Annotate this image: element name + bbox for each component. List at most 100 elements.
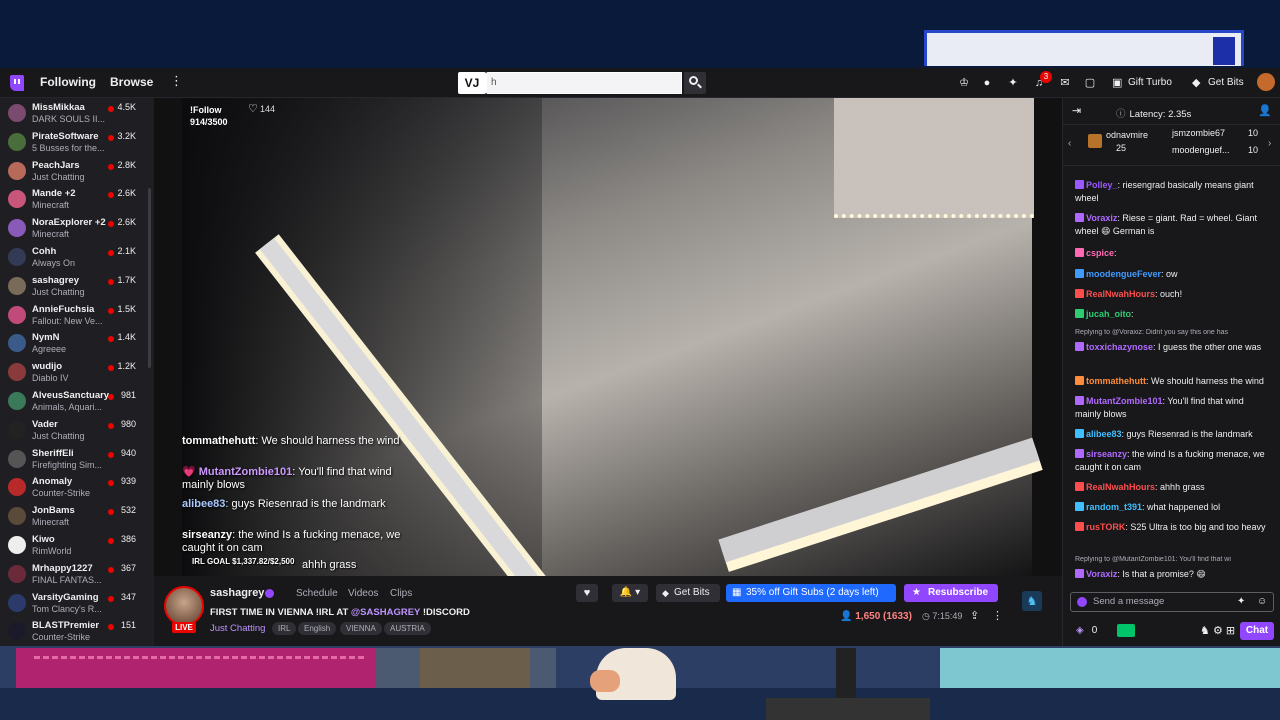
chat-username[interactable]: Polley_ xyxy=(1086,180,1118,190)
search-input[interactable]: h xyxy=(486,72,682,94)
stream-category[interactable]: Just Chatting xyxy=(210,623,265,634)
tag-english[interactable]: English xyxy=(298,622,337,635)
chevron-left-icon[interactable]: ‹ xyxy=(1068,138,1071,149)
inbox-icon[interactable]: ✉ xyxy=(1058,76,1072,90)
chat-input[interactable]: Send a message ✦ ☺ xyxy=(1070,592,1274,612)
gift-turbo-button[interactable]: ▣ Gift Turbo xyxy=(1112,74,1172,92)
chat-username[interactable]: MutantZombie101 xyxy=(1086,396,1163,406)
crown-icon[interactable]: ♔ xyxy=(957,76,971,90)
tag-irl[interactable]: IRL xyxy=(272,622,297,635)
tab-schedule[interactable]: Schedule xyxy=(296,588,338,599)
drops-icon[interactable]: ● xyxy=(980,76,994,90)
nav-browse[interactable]: Browse xyxy=(110,75,153,89)
sidebar-channel[interactable]: MissMikkaa DARK SOULS II... 4.5K xyxy=(0,100,148,128)
chat-users-icon[interactable]: ⊞ xyxy=(1226,625,1235,637)
sidebar-scrollbar[interactable] xyxy=(148,188,151,368)
chat-username[interactable]: Voraxiz xyxy=(1086,213,1117,223)
chat-badge-icon xyxy=(1075,309,1084,318)
more-options-icon[interactable]: ⋮ xyxy=(992,609,1003,622)
stream-title-mention[interactable]: @SASHAGREY xyxy=(351,607,420,618)
bits-cheer-icon[interactable]: ✦ xyxy=(1237,596,1245,607)
share-icon[interactable]: ⇪ xyxy=(970,609,979,622)
follow-heart-button[interactable]: ♥ xyxy=(576,584,598,602)
tag-austria[interactable]: AUSTRIA xyxy=(384,622,431,635)
chevron-right-icon[interactable]: › xyxy=(1268,138,1271,149)
resubscribe-button[interactable]: Resubscribe xyxy=(904,584,998,602)
sidebar-channel[interactable]: wudijo Diablo IV 1.2K xyxy=(0,359,148,387)
channel-viewers: 940 xyxy=(120,447,136,458)
leaderboard-user[interactable]: jsmzombie67 xyxy=(1172,128,1225,138)
tag-vienna[interactable]: VIENNA xyxy=(340,622,382,635)
chat-username[interactable]: cspice xyxy=(1086,248,1114,258)
tab-clips[interactable]: Clips xyxy=(390,588,412,599)
streamer-avatar[interactable] xyxy=(164,586,204,626)
channel-name: wudijo xyxy=(32,361,63,373)
channel-viewers: 2.6K xyxy=(117,217,136,228)
chat-message: RealNwahHours: ouch! xyxy=(1075,288,1271,301)
search-icon[interactable] xyxy=(684,72,706,94)
tv-icon[interactable] xyxy=(1117,624,1135,637)
whispers-icon[interactable]: ▢ xyxy=(1083,76,1097,90)
live-badge: LIVE xyxy=(172,622,196,633)
sidebar-channel[interactable]: VarsityGaming Tom Clancy's R... 347 xyxy=(0,590,148,618)
community-icon[interactable]: 👤 xyxy=(1258,104,1272,117)
chat-username[interactable]: sirseanzy xyxy=(1086,449,1127,459)
sidebar-channel[interactable]: Cohh Always On 2.1K xyxy=(0,244,148,272)
leaderboard-user[interactable]: moodenguef... xyxy=(1172,145,1230,155)
sidebar-channel[interactable]: BLASTPremier Counter-Strike 151 xyxy=(0,618,148,646)
tab-videos[interactable]: Videos xyxy=(348,588,378,599)
sidebar-channel[interactable]: NoraExplorer +2 Minecraft 2.6K xyxy=(0,215,148,243)
nav-following[interactable]: Following xyxy=(40,75,96,89)
sidebar-channel[interactable]: Kiwo RimWorld 386 xyxy=(0,532,148,560)
streamer-name[interactable]: sashagrey xyxy=(210,587,264,599)
chat-username[interactable]: alibee83 xyxy=(1086,429,1122,439)
settings-gear-icon[interactable]: ⚙ xyxy=(1213,625,1223,637)
chat-username[interactable]: RealNwahHours xyxy=(1086,289,1155,299)
chat-username[interactable]: tommathehutt xyxy=(1086,376,1146,386)
user-avatar[interactable] xyxy=(1257,73,1275,91)
channel-category: Counter-Strike xyxy=(32,632,91,643)
gift-subs-button[interactable]: 35% off Gift Subs (2 days left) xyxy=(726,584,896,602)
emote-picker-icon[interactable]: ☺ xyxy=(1257,596,1267,607)
channel-avatar xyxy=(8,190,26,209)
chat-text: Is that a promise? 😄 xyxy=(1122,569,1206,579)
chat-username[interactable]: toxxichazynose xyxy=(1086,342,1153,352)
gift-turbo-label: Gift Turbo xyxy=(1128,77,1172,88)
channel-avatar xyxy=(8,392,26,410)
chat-text: S25 Ultra is too big and too heavy xyxy=(1130,522,1266,532)
chat-username[interactable]: rusTORK xyxy=(1086,522,1125,532)
vj-extension-icon[interactable]: VJ xyxy=(458,72,486,94)
channel-points[interactable]: ◈ 0 xyxy=(1076,625,1097,636)
chat-username[interactable]: RealNwahHours xyxy=(1086,482,1155,492)
twitch-logo-icon[interactable] xyxy=(10,75,24,91)
channel-category: Agreeee xyxy=(32,344,67,355)
chat-send-button[interactable]: Chat xyxy=(1240,622,1274,640)
sidebar-channel[interactable]: Mande +2 Minecraft 2.6K xyxy=(0,186,148,214)
chess-icon[interactable]: ♞ xyxy=(1200,625,1210,637)
sidebar-channel[interactable]: SheriffEli Firefighting Sim... 940 xyxy=(0,446,148,474)
sidebar-channel[interactable]: Anomaly Counter-Strike 939 xyxy=(0,474,148,502)
latency-indicator: Latency: 2.35s xyxy=(1116,106,1192,120)
sidebar-channel[interactable]: AlveusSanctuary Animals, Aquari... 981 xyxy=(0,388,148,416)
sidebar-channel[interactable]: AnnieFuchsia Fallout: New Ve... 1.5K xyxy=(0,302,148,330)
sidebar-channel[interactable]: Vader Just Chatting 980 xyxy=(0,417,148,445)
more-options-icon[interactable]: ⋮ xyxy=(170,73,183,89)
sidebar-channel[interactable]: PirateSoftware 5 Busses for the... 3.2K xyxy=(0,129,148,157)
sidebar-channel[interactable]: Mrhappy1227 FINAL FANTAS... 367 xyxy=(0,561,148,589)
chat-username[interactable]: moodengueFever xyxy=(1086,269,1161,279)
sidebar-channel[interactable]: sashagrey Just Chatting 1.7K xyxy=(0,273,148,301)
chat-username[interactable]: Voraxiz xyxy=(1086,569,1117,579)
sidebar-channel[interactable]: NymN Agreeee 1.4K xyxy=(0,330,148,358)
chat-username[interactable]: jucah_oito xyxy=(1086,309,1131,319)
collapse-chat-icon[interactable]: ⇥ xyxy=(1072,104,1081,117)
extension-badge-icon[interactable]: ♞ xyxy=(1022,591,1042,611)
get-bits-nav-button[interactable]: ◆ Get Bits xyxy=(1192,74,1244,92)
gift-icon: ▣ xyxy=(1112,77,1123,89)
sidebar-channel[interactable]: PeachJars Just Chatting 2.8K xyxy=(0,158,148,186)
chat-username[interactable]: random_t391 xyxy=(1086,502,1142,512)
sidebar-channel[interactable]: JonBams Minecraft 532 xyxy=(0,503,148,531)
get-bits-button[interactable]: Get Bits xyxy=(656,584,720,602)
prime-icon[interactable]: ✦ xyxy=(1006,76,1020,90)
notifications-bell-button[interactable]: 🔔 ▾ xyxy=(612,584,648,602)
leaderboard-user[interactable]: odnavmire xyxy=(1106,130,1148,140)
